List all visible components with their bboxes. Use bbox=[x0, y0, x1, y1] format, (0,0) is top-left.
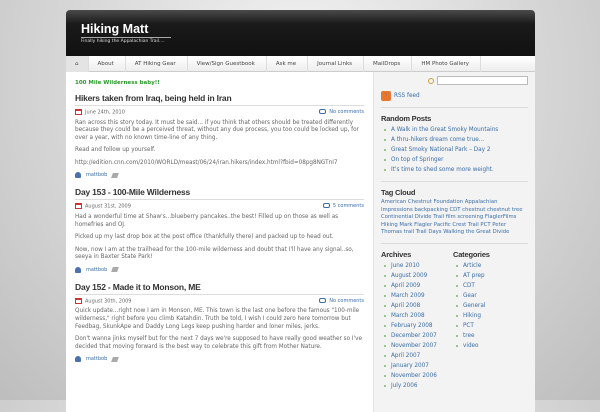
archives-widget: Archives June 2010 August 2009 April 2009 M… bbox=[381, 250, 453, 391]
archive-link[interactable]: June 2010 bbox=[381, 261, 453, 271]
rss-icon: ◝ bbox=[381, 91, 391, 101]
archive-link[interactable]: November 2007 bbox=[381, 341, 453, 351]
post-link[interactable]: http://edition.cnn.com/2010/WORLD/meast/… bbox=[75, 160, 364, 168]
user-icon bbox=[75, 172, 81, 179]
widget-title: Archives bbox=[381, 249, 412, 259]
category-link[interactable]: tree bbox=[453, 331, 525, 341]
notice-banner: 100 Mile Wilderness baby!! bbox=[75, 80, 160, 86]
archive-link[interactable]: November 2006 bbox=[381, 371, 453, 381]
post-paragraph: Don't wanna jinks myself but for the nex… bbox=[75, 336, 363, 350]
random-post-link[interactable]: On top of Springer bbox=[381, 155, 528, 165]
archive-link[interactable]: December 2007 bbox=[381, 331, 453, 341]
nav-ask-me[interactable]: Ask me bbox=[267, 55, 309, 72]
nav-maildrops[interactable]: MailDrops bbox=[364, 55, 413, 72]
rss-label[interactable]: RSS feed bbox=[394, 93, 420, 99]
category-link[interactable]: video bbox=[453, 341, 525, 351]
category-link[interactable]: General bbox=[453, 301, 525, 311]
calendar-icon bbox=[75, 297, 82, 304]
widget-title: Random Posts bbox=[381, 114, 432, 123]
category-link[interactable]: PCT bbox=[453, 321, 525, 331]
comments-link[interactable]: No comments bbox=[319, 297, 364, 305]
archive-link[interactable]: February 2008 bbox=[381, 321, 453, 331]
search-form bbox=[381, 76, 528, 85]
random-posts-widget: Random Posts A Walk in the Great Smoky M… bbox=[381, 114, 528, 182]
random-post-link[interactable]: Great Smoky National Park – Day 2 bbox=[381, 145, 528, 155]
widget-title: Categories bbox=[453, 249, 490, 259]
page: Hiking Matt Finally hiking the Appalachi… bbox=[66, 10, 535, 412]
tag-icon bbox=[111, 356, 120, 362]
post: Day 152 - Made it to Monson, ME August 3… bbox=[75, 282, 364, 363]
random-post-link[interactable]: A thru-hikers dream come true... bbox=[381, 135, 528, 145]
author-link[interactable]: mattbob bbox=[86, 172, 107, 178]
widget-title: Tag Cloud bbox=[381, 188, 416, 197]
post-paragraph: Ran across this story today. It must be … bbox=[75, 119, 359, 141]
comment-icon bbox=[322, 203, 330, 209]
archive-link[interactable]: August 2009 bbox=[381, 271, 453, 281]
sidebar: ◝ RSS feed Random Posts A Walk in the Gr… bbox=[373, 72, 535, 412]
nav-photo-gallery[interactable]: HM Photo Gallery bbox=[412, 55, 481, 72]
site-tagline: Finally hiking the Appalachian Trail.... bbox=[81, 37, 171, 44]
tag-cloud-widget: Tag Cloud American Chestnut Foundation A… bbox=[381, 188, 528, 244]
user-icon bbox=[75, 356, 81, 363]
search-input[interactable] bbox=[437, 76, 528, 85]
post: Hikers taken from Iraq, being held in Ir… bbox=[75, 93, 364, 179]
user-icon bbox=[75, 266, 81, 273]
category-link[interactable]: Gear bbox=[453, 291, 525, 301]
tag-icon bbox=[111, 267, 120, 273]
post-title[interactable]: Day 152 - Made it to Monson, ME bbox=[75, 282, 364, 295]
rss-feed-link[interactable]: ◝ RSS feed bbox=[381, 91, 528, 108]
post-paragraph: Quick update...right now I am in Monson,… bbox=[75, 308, 360, 330]
comments-link[interactable]: No comments bbox=[319, 109, 364, 116]
category-link[interactable]: CDT bbox=[453, 281, 525, 291]
nav-about[interactable]: About bbox=[89, 55, 126, 72]
comment-icon bbox=[319, 109, 327, 114]
main-content: 100 Mile Wilderness baby!! Hikers taken … bbox=[66, 72, 373, 412]
archive-link[interactable]: April 2007 bbox=[381, 351, 453, 361]
archive-link[interactable]: January 2007 bbox=[381, 361, 453, 371]
post-date: June 24th, 2010 bbox=[85, 109, 125, 116]
tag-cloud[interactable]: American Chestnut Foundation Appalachian… bbox=[381, 199, 528, 237]
archive-link[interactable]: March 2009 bbox=[381, 291, 453, 301]
archive-link[interactable]: July 2006 bbox=[381, 381, 453, 391]
search-icon[interactable] bbox=[428, 77, 434, 84]
post-date: August 31st, 2009 bbox=[85, 203, 131, 210]
post-paragraph: Picked up my last drop box at the post o… bbox=[75, 234, 334, 241]
nav-guestbook[interactable]: View/Sign Guestbook bbox=[188, 55, 267, 72]
home-icon[interactable]: ⌂ bbox=[66, 55, 89, 72]
post-paragraph: Now, now I am at the trailhead for the 1… bbox=[75, 246, 354, 261]
random-post-link[interactable]: A Walk in the Great Smoky Mountains bbox=[381, 125, 528, 135]
post-title[interactable]: Day 153 - 100-Mile Wilderness bbox=[75, 187, 364, 201]
category-link[interactable]: Hiking bbox=[453, 311, 525, 321]
post-date: August 30th, 2009 bbox=[85, 298, 132, 305]
random-post-link[interactable]: It's time to shed some more weight. bbox=[381, 165, 528, 175]
post-paragraph: Had a wonderful time at Shaw's...blueber… bbox=[75, 213, 339, 228]
site-title[interactable]: Hiking Matt bbox=[81, 22, 148, 36]
calendar-icon bbox=[75, 203, 82, 210]
post-title[interactable]: Hikers taken from Iraq, being held in Ir… bbox=[75, 93, 364, 106]
nav-journal-links[interactable]: Journal Links bbox=[308, 55, 365, 72]
author-link[interactable]: mattbob bbox=[86, 267, 107, 273]
post-paragraph: Read and follow up yourself. bbox=[75, 147, 156, 154]
categories-widget: Categories Article AT prep CDT Gear General H… bbox=[453, 250, 525, 391]
calendar-icon bbox=[75, 109, 82, 115]
author-link[interactable]: mattbob bbox=[86, 356, 107, 362]
tag-icon bbox=[111, 172, 120, 178]
category-link[interactable]: Article bbox=[453, 261, 525, 271]
archive-link[interactable]: March 2008 bbox=[381, 311, 453, 321]
site-header: Hiking Matt Finally hiking the Appalachi… bbox=[66, 10, 535, 56]
main-nav: ⌂ About AT Hiking Gear View/Sign Guestbo… bbox=[66, 55, 535, 72]
nav-at-hiking-gear[interactable]: AT Hiking Gear bbox=[126, 55, 188, 72]
post: Day 153 - 100-Mile Wilderness August 31s… bbox=[75, 187, 364, 273]
comments-link[interactable]: 5 comments bbox=[322, 203, 364, 210]
comment-icon bbox=[319, 297, 327, 303]
archive-link[interactable]: April 2009 bbox=[381, 281, 453, 291]
archive-link[interactable]: April 2008 bbox=[381, 301, 453, 311]
category-link[interactable]: AT prep bbox=[453, 271, 525, 281]
